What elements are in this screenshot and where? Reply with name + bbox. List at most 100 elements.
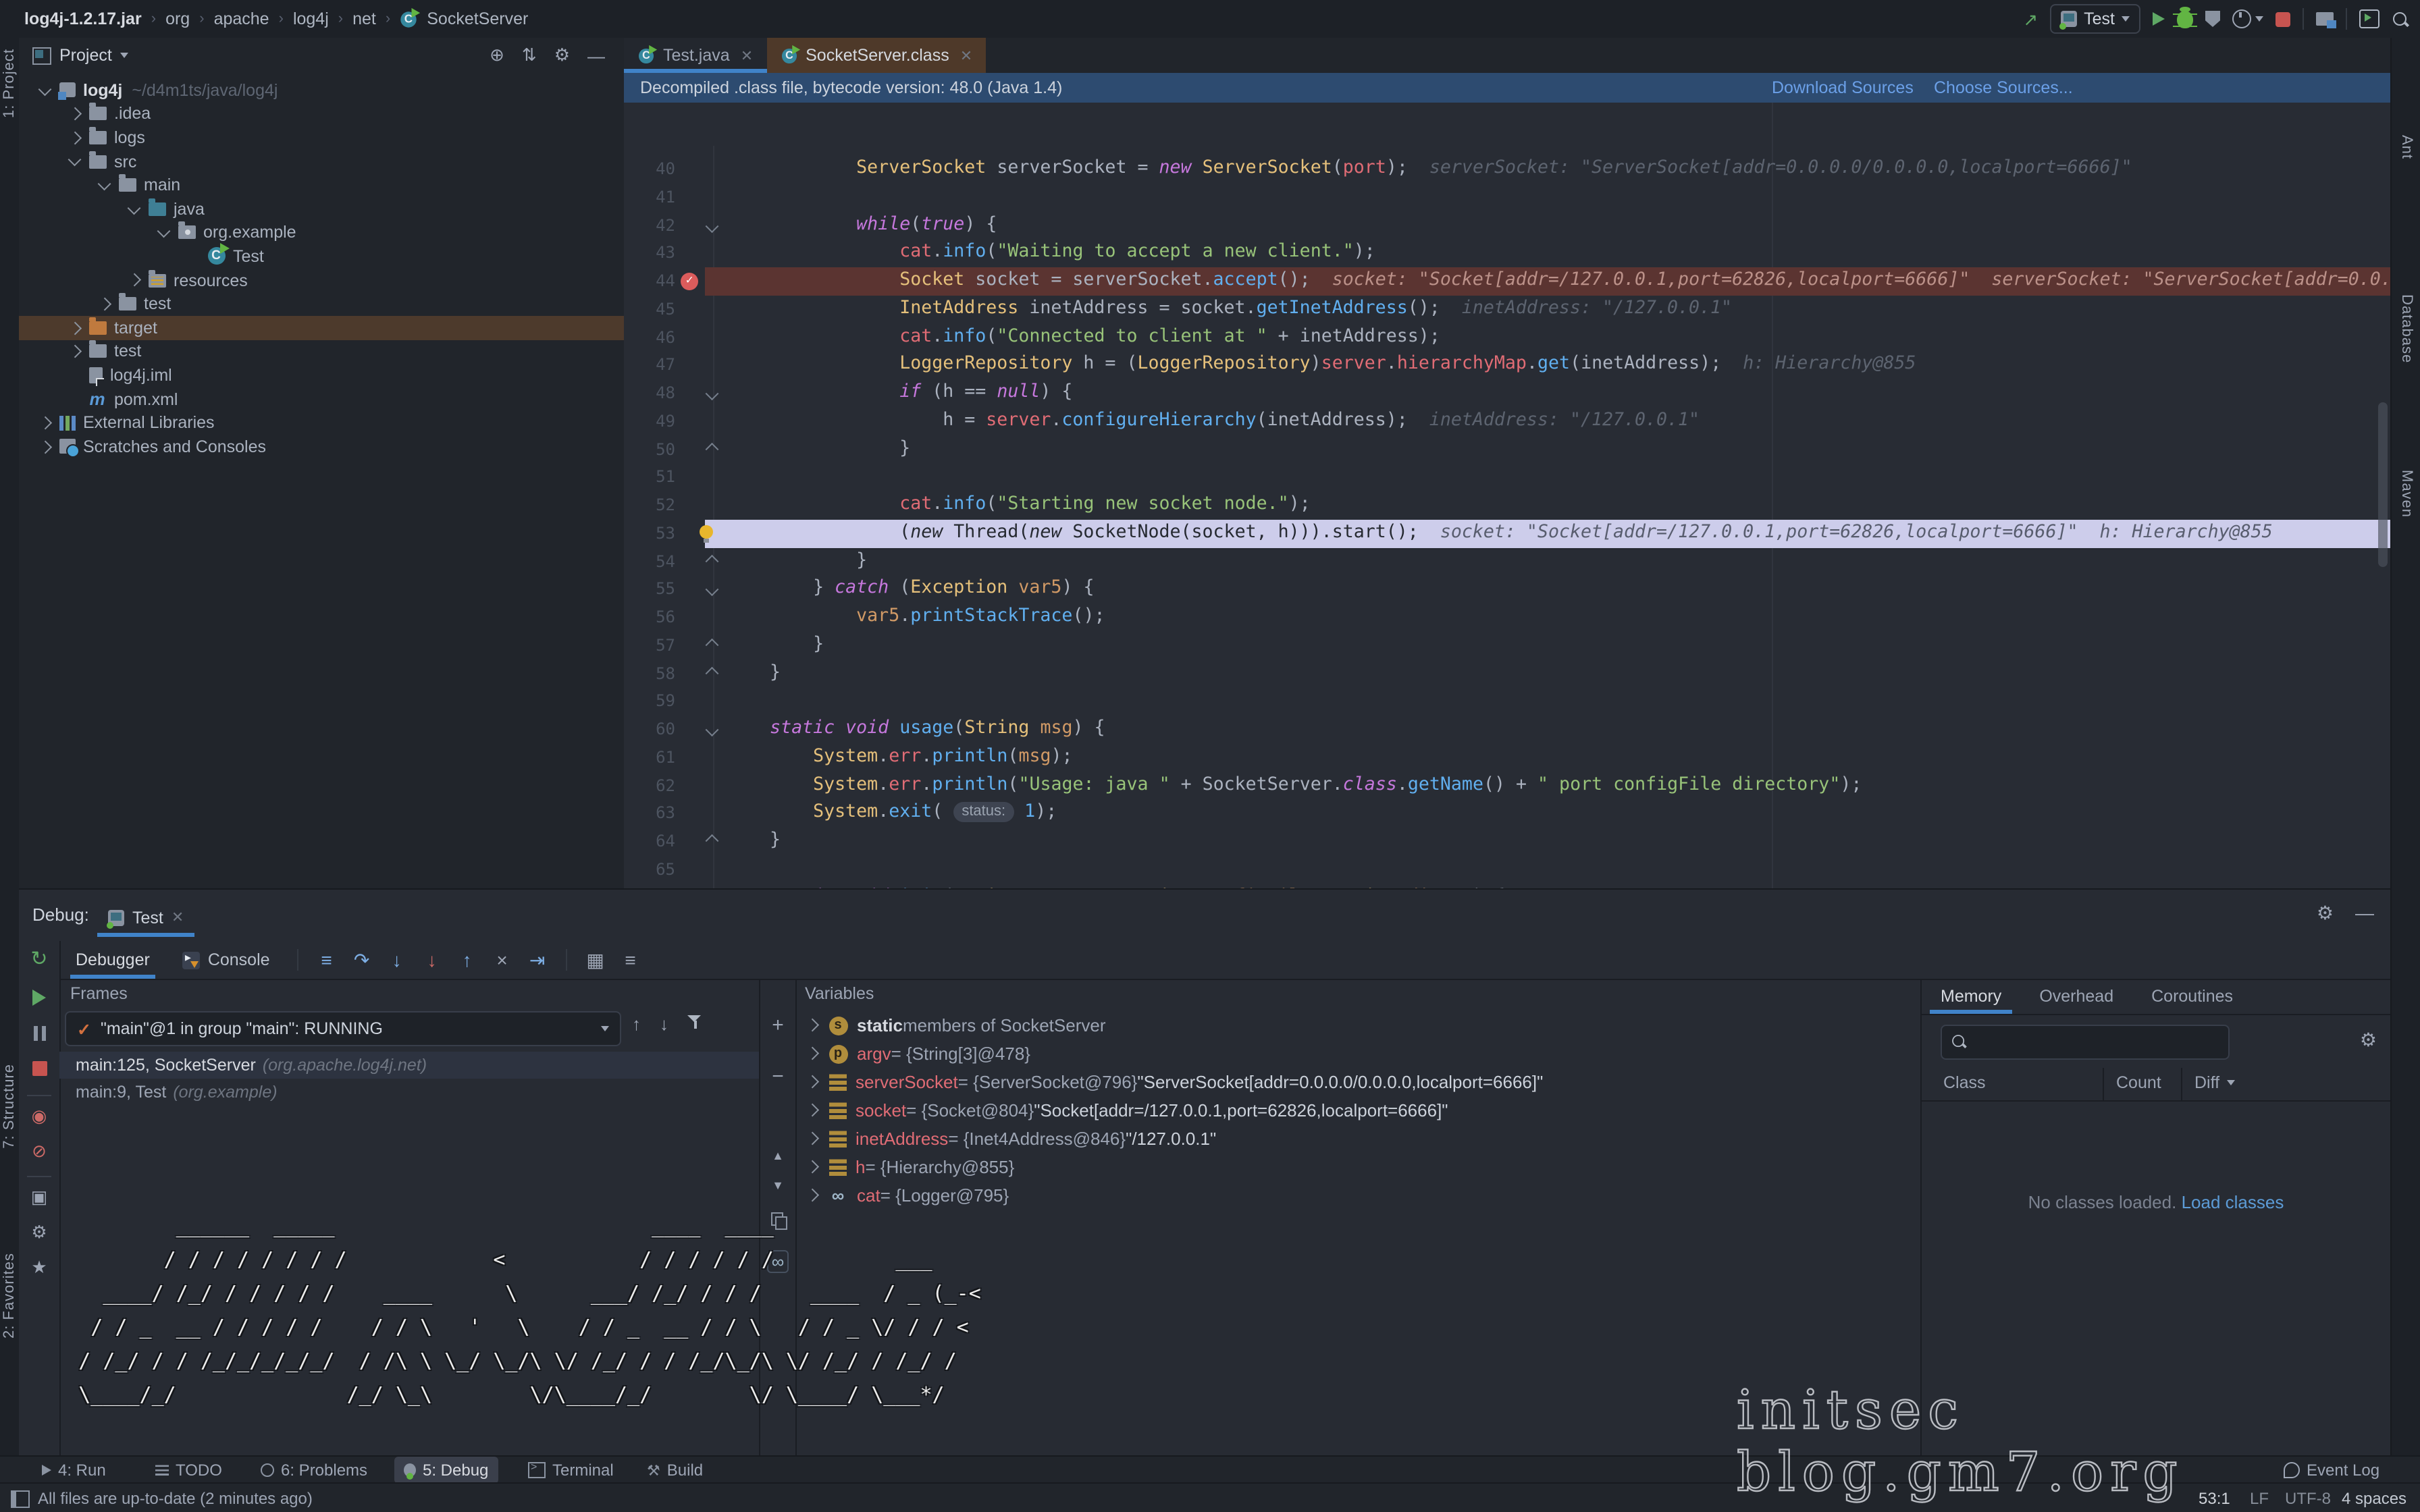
toolwindow-debug[interactable]: 5: Debug: [394, 1457, 498, 1484]
line-number[interactable]: 55: [624, 576, 675, 604]
step-into-icon[interactable]: ↓: [379, 949, 415, 971]
debug-session-tab[interactable]: Test ✕: [97, 898, 194, 937]
toolwindow-run[interactable]: 4: Run: [32, 1457, 115, 1484]
line-number[interactable]: 50: [624, 435, 675, 464]
code-line-51[interactable]: 51: [624, 464, 2390, 492]
chevron-right-icon[interactable]: [806, 1104, 818, 1116]
profiler-button[interactable]: [2232, 9, 2263, 28]
toolwindow-todo[interactable]: TODO: [146, 1457, 232, 1484]
tab-coroutines[interactable]: Coroutines: [2132, 979, 2252, 1014]
chevron-right-icon[interactable]: [128, 274, 140, 286]
line-number[interactable]: 52: [624, 491, 675, 520]
chevron-right-icon[interactable]: [806, 1161, 818, 1173]
line-number[interactable]: 61: [624, 744, 675, 772]
tree-item-test[interactable]: test: [19, 340, 624, 363]
code-line-59[interactable]: 59: [624, 688, 2390, 716]
run-to-cursor-icon[interactable]: ⇥: [520, 948, 555, 971]
sidebar-item-structure[interactable]: 7: Structure: [1, 1064, 18, 1149]
stack-frame-row[interactable]: main:125, SocketServer(org.apache.log4j.…: [59, 1052, 759, 1079]
tree-item-test[interactable]: test: [19, 292, 624, 316]
fold-marker-icon[interactable]: [706, 667, 718, 679]
line-number[interactable]: 63: [624, 800, 675, 828]
code-line-52[interactable]: 52 cat.info("Starting new socket node.")…: [624, 491, 2390, 520]
line-number[interactable]: 40: [624, 155, 675, 184]
tree-item--idea[interactable]: .idea: [19, 102, 624, 126]
tree-item-target[interactable]: target: [19, 316, 624, 340]
hide-panel-icon[interactable]: —: [587, 45, 605, 65]
line-number[interactable]: 53: [624, 520, 675, 548]
fold-marker-icon[interactable]: [706, 723, 718, 735]
chevron-down-icon[interactable]: [38, 82, 51, 94]
fold-marker-icon[interactable]: [706, 219, 718, 231]
code-line-41[interactable]: 41: [624, 184, 2390, 212]
view-breakpoints-icon[interactable]: ◉: [19, 1106, 59, 1127]
code-line-53[interactable]: 53 (new Thread(new SocketNode(socket, h)…: [624, 520, 2390, 548]
fold-marker-icon[interactable]: [706, 639, 718, 651]
tab-memory[interactable]: Memory: [1922, 979, 2020, 1014]
coverage-button[interactable]: [2205, 11, 2220, 27]
copy-icon[interactable]: [760, 1211, 795, 1231]
remove-watch-icon[interactable]: −: [760, 1065, 795, 1088]
code-line-56[interactable]: 56 var5.printStackTrace();: [624, 603, 2390, 632]
code-line-46[interactable]: 46 cat.info("Connected to client at " + …: [624, 323, 2390, 352]
show-watches-icon[interactable]: ∞: [760, 1251, 795, 1272]
drop-frame-icon[interactable]: ×: [485, 949, 520, 971]
resume-icon[interactable]: [19, 990, 59, 1010]
pin-tab-icon[interactable]: ★: [19, 1257, 59, 1278]
code-line-40[interactable]: 40 ServerSocket serverSocket = new Serve…: [624, 155, 2390, 184]
line-number[interactable]: 47: [624, 352, 675, 380]
intention-bulb-icon[interactable]: [700, 525, 713, 539]
file-encoding[interactable]: UTF-8: [2285, 1489, 2331, 1508]
line-number[interactable]: 56: [624, 603, 675, 632]
line-number[interactable]: 62: [624, 772, 675, 800]
indent-style[interactable]: 4 spaces: [2342, 1489, 2406, 1508]
frame-up-icon[interactable]: ↑: [632, 1014, 641, 1034]
line-number[interactable]: 57: [624, 632, 675, 660]
chevron-right-icon[interactable]: [68, 108, 80, 120]
code-line-58[interactable]: 58 }: [624, 659, 2390, 688]
add-watch-icon[interactable]: +: [760, 1014, 795, 1037]
fold-marker-icon[interactable]: [706, 387, 718, 399]
tree-item-logs[interactable]: logs: [19, 126, 624, 149]
code-line-64[interactable]: 64 }: [624, 828, 2390, 856]
force-step-into-icon[interactable]: ↓: [415, 949, 450, 971]
breadcrumb-item[interactable]: log4j-1.2.17.jar: [24, 9, 142, 28]
line-number[interactable]: 58: [624, 659, 675, 688]
chevron-down-icon[interactable]: [68, 153, 80, 165]
layout-icon[interactable]: [11, 1490, 30, 1508]
project-structure-icon[interactable]: [2316, 12, 2334, 26]
tab-console[interactable]: Console: [166, 941, 286, 979]
sidebar-item-database[interactable]: Database: [2398, 294, 2415, 363]
line-number[interactable]: 42: [624, 211, 675, 240]
code-line-48[interactable]: 48 if (h == null) {: [624, 379, 2390, 408]
caret-position[interactable]: 53:1: [2199, 1489, 2230, 1508]
code-line-55[interactable]: 55 } catch (Exception var5) {: [624, 576, 2390, 604]
line-number[interactable]: 54: [624, 547, 675, 576]
tab-debugger[interactable]: Debugger: [59, 941, 166, 979]
tree-item-log4j-iml[interactable]: log4j.iml: [19, 363, 624, 387]
breadcrumb-item[interactable]: apache: [214, 9, 269, 28]
chevron-down-icon[interactable]: [98, 177, 110, 189]
memory-settings-icon[interactable]: ⚙: [2360, 1029, 2377, 1052]
code-line-60[interactable]: 60 static void usage(String msg) {: [624, 716, 2390, 744]
chevron-right-icon[interactable]: [98, 298, 110, 310]
column-count[interactable]: Count: [2116, 1073, 2161, 1092]
tree-item-org-example[interactable]: org.example: [19, 221, 624, 244]
tree-item-src[interactable]: src: [19, 150, 624, 173]
chevron-down-icon[interactable]: [128, 201, 140, 213]
tree-item-test[interactable]: Test: [19, 244, 624, 268]
mute-breakpoints-icon[interactable]: ⊘: [19, 1141, 59, 1162]
memory-search-input[interactable]: [1941, 1025, 2230, 1060]
close-icon[interactable]: ✕: [741, 47, 753, 64]
navigate-back-icon[interactable]: ↗: [2023, 10, 2038, 28]
stack-frame-row[interactable]: main:9, Test(org.example): [59, 1079, 759, 1106]
code-line-47[interactable]: 47 LoggerRepository h = (LoggerRepositor…: [624, 352, 2390, 380]
code-line-62[interactable]: 62 System.err.println("Usage: java " + S…: [624, 772, 2390, 800]
sidebar-item-ant[interactable]: Ant: [2398, 135, 2415, 159]
tree-item-main[interactable]: main: [19, 173, 624, 197]
variable-row-socket[interactable]: socket = {Socket@804} "Socket[addr=/127.…: [794, 1096, 1920, 1125]
tab-overhead[interactable]: Overhead: [2020, 979, 2132, 1014]
chevron-right-icon[interactable]: [68, 132, 80, 144]
toolwindow-terminal[interactable]: Terminal: [519, 1457, 623, 1484]
line-number[interactable]: 64: [624, 828, 675, 856]
